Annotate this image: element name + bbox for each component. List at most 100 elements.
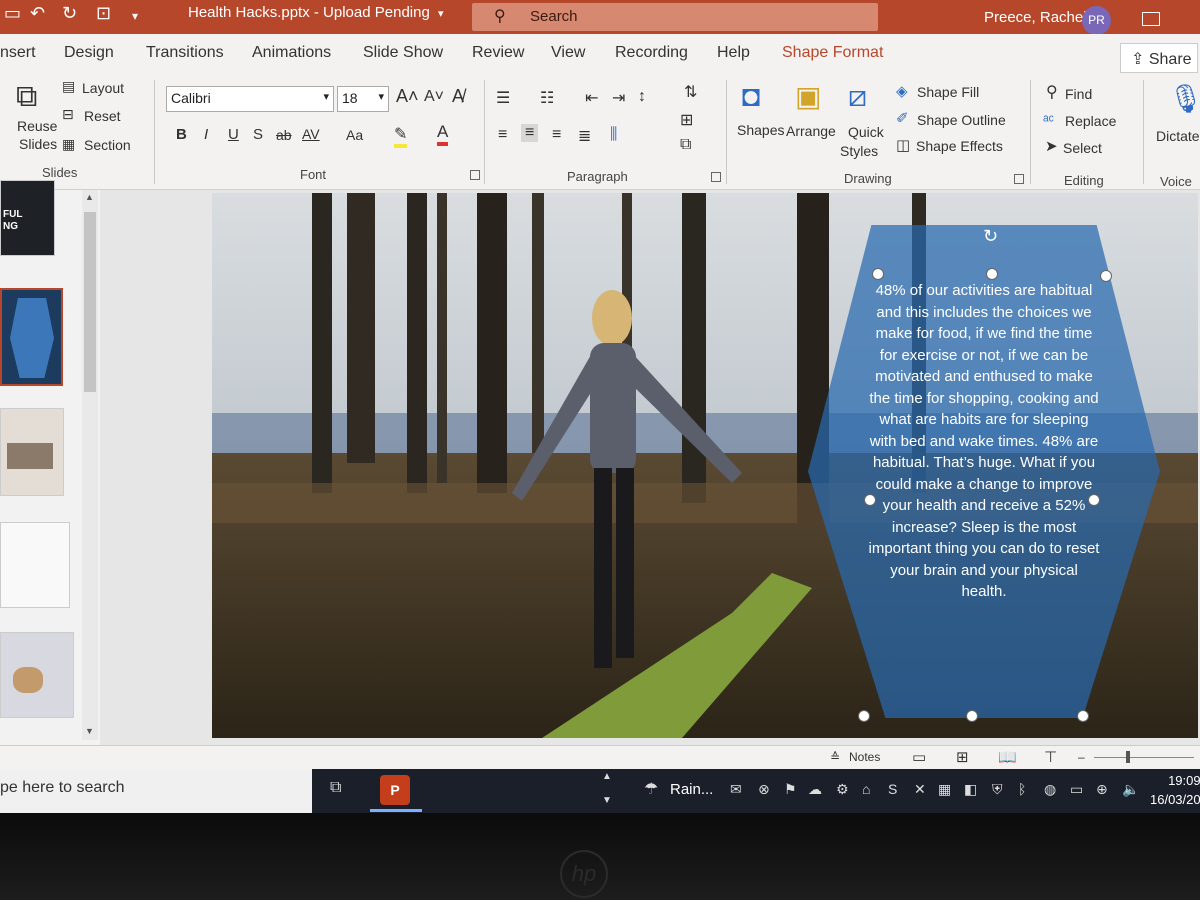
zoom-slider[interactable] bbox=[1094, 757, 1194, 758]
bullets-icon[interactable]: ☰ bbox=[496, 88, 510, 108]
tab-view[interactable]: View bbox=[551, 44, 585, 62]
resize-handle[interactable] bbox=[872, 268, 884, 280]
clear-format-icon[interactable]: A̸ bbox=[452, 86, 464, 107]
shape-fill-button[interactable]: Shape Fill bbox=[917, 84, 979, 100]
resize-handle[interactable] bbox=[966, 710, 978, 722]
document-title[interactable]: Health Hacks.pptx - Upload Pending ▾ bbox=[188, 4, 444, 21]
tray-icon[interactable]: ▦ bbox=[938, 781, 951, 798]
slide-thumbnail[interactable] bbox=[0, 522, 70, 608]
tab-slide-show[interactable]: Slide Show bbox=[363, 44, 443, 62]
notes-button[interactable]: Notes bbox=[849, 750, 880, 764]
taskbar-clock[interactable]: 19:09 16/03/20 bbox=[1150, 771, 1200, 809]
volume-icon[interactable]: 🔈 bbox=[1122, 781, 1139, 798]
font-color-icon[interactable]: A bbox=[437, 122, 449, 146]
reuse-slides-label-2[interactable]: Slides bbox=[19, 136, 57, 152]
redo-icon[interactable]: ↻ bbox=[62, 3, 77, 24]
text-shadow-button[interactable]: S bbox=[253, 126, 263, 143]
resize-handle[interactable] bbox=[1077, 710, 1089, 722]
layout-button[interactable]: Layout bbox=[82, 80, 124, 96]
outlook-icon[interactable]: ✉ bbox=[730, 781, 742, 798]
font-dialog-launcher-icon[interactable] bbox=[470, 170, 480, 180]
bluetooth-icon[interactable]: ᛒ bbox=[1018, 781, 1026, 797]
onedrive-icon[interactable]: ☁ bbox=[808, 781, 822, 798]
slide-thumbnail[interactable] bbox=[0, 408, 64, 496]
close-icon[interactable]: ✕ bbox=[914, 781, 926, 798]
tab-review[interactable]: Review bbox=[472, 44, 524, 62]
share-button[interactable]: ⇪ Share bbox=[1120, 43, 1198, 73]
undo-icon[interactable]: ↶ bbox=[30, 3, 45, 24]
align-text-icon[interactable]: ⊞ bbox=[680, 110, 693, 130]
line-spacing-icon[interactable]: ↕ bbox=[638, 88, 646, 106]
battery-icon[interactable]: ▭ bbox=[1070, 781, 1083, 798]
save-icon[interactable]: ▭ bbox=[4, 3, 21, 24]
network-icon[interactable]: ⊕ bbox=[1096, 781, 1108, 798]
reuse-slides-icon[interactable]: ⧉ bbox=[16, 80, 37, 114]
tab-recording[interactable]: Recording bbox=[615, 44, 688, 62]
resize-handle[interactable] bbox=[1088, 494, 1100, 506]
decrease-indent-icon[interactable]: ⇤ bbox=[585, 88, 598, 108]
dictate-button[interactable]: Dictate bbox=[1156, 128, 1200, 144]
slide-thumbnail-selected[interactable] bbox=[0, 288, 63, 386]
slide-thumbnail[interactable] bbox=[0, 632, 74, 718]
thumbnail-scrollbar[interactable]: ▲ ▼ bbox=[82, 190, 98, 740]
quick-styles-button-2[interactable]: Styles bbox=[840, 143, 878, 159]
shapes-button[interactable]: Shapes bbox=[737, 122, 784, 138]
globe-icon[interactable]: ◍ bbox=[1044, 781, 1056, 798]
align-right-icon[interactable]: ≡ bbox=[552, 126, 561, 144]
arrange-button[interactable]: Arrange bbox=[786, 123, 836, 139]
character-spacing-button[interactable]: AV bbox=[302, 126, 320, 142]
user-name[interactable]: Preece, Rachel bbox=[984, 9, 1087, 26]
tab-insert[interactable]: nsert bbox=[0, 44, 36, 62]
scrollbar-thumb[interactable] bbox=[84, 212, 96, 392]
align-center-icon[interactable]: ≡ bbox=[521, 124, 539, 142]
resize-handle[interactable] bbox=[864, 494, 876, 506]
search-input[interactable]: ⚲ Search bbox=[472, 3, 878, 31]
tab-transitions[interactable]: Transitions bbox=[146, 44, 224, 62]
resize-handle[interactable] bbox=[986, 268, 998, 280]
hexagon-text[interactable]: 48% of our activities are habitual and t… bbox=[868, 280, 1100, 603]
slideshow-view-icon[interactable]: ⊤ bbox=[1044, 748, 1057, 766]
tab-animations[interactable]: Animations bbox=[252, 44, 331, 62]
reading-view-icon[interactable]: 📖 bbox=[998, 748, 1017, 766]
italic-button[interactable]: I bbox=[204, 126, 208, 143]
shrink-font-icon[interactable]: A˅ bbox=[424, 88, 444, 106]
replace-button[interactable]: Replace bbox=[1065, 113, 1116, 129]
numbering-icon[interactable]: ☷ bbox=[540, 88, 554, 108]
grow-font-icon[interactable]: A˄ bbox=[396, 86, 419, 107]
tab-design[interactable]: Design bbox=[64, 44, 114, 62]
change-case-button[interactable]: Aa bbox=[346, 127, 363, 143]
present-icon[interactable]: ⊡ bbox=[96, 3, 111, 24]
slide-sorter-icon[interactable]: ⊞ bbox=[956, 748, 969, 766]
avatar[interactable]: PR bbox=[1082, 6, 1111, 35]
scroll-down-icon[interactable]: ▼ bbox=[602, 795, 612, 806]
underline-button[interactable]: U bbox=[228, 126, 239, 143]
hexagon-shape[interactable]: 48% of our activities are habitual and t… bbox=[808, 225, 1160, 718]
weather-icon[interactable]: ☂ bbox=[644, 779, 658, 799]
quick-styles-button[interactable]: Quick bbox=[848, 124, 884, 140]
weather-text[interactable]: Rain... bbox=[670, 781, 713, 798]
tab-help[interactable]: Help bbox=[717, 44, 750, 62]
bold-button[interactable]: B bbox=[176, 126, 187, 143]
shape-effects-button[interactable]: Shape Effects bbox=[916, 138, 1003, 154]
font-size-select[interactable]: 18 ▾ bbox=[337, 86, 389, 112]
strikethrough-button[interactable]: ab bbox=[276, 127, 292, 143]
paragraph-dialog-launcher-icon[interactable] bbox=[711, 172, 721, 182]
slide-thumbnail[interactable]: FUL NG bbox=[0, 180, 55, 256]
taskbar-search-input[interactable]: pe here to search bbox=[0, 769, 312, 813]
zoom-out-icon[interactable]: – bbox=[1078, 750, 1085, 764]
scroll-up-icon[interactable]: ▲ bbox=[602, 771, 612, 782]
highlight-icon[interactable]: ✎ bbox=[394, 124, 408, 148]
reset-button[interactable]: Reset bbox=[84, 108, 121, 124]
find-button[interactable]: Find bbox=[1065, 86, 1092, 102]
increase-indent-icon[interactable]: ⇥ bbox=[612, 88, 625, 108]
skype-icon[interactable]: S bbox=[888, 781, 897, 797]
office-icon[interactable]: ◧ bbox=[964, 781, 977, 798]
reuse-slides-label[interactable]: Reuse bbox=[17, 118, 57, 134]
resize-handle[interactable] bbox=[1100, 270, 1112, 282]
section-button[interactable]: Section bbox=[84, 137, 131, 153]
powerpoint-icon[interactable]: P bbox=[380, 775, 410, 805]
settings-icon[interactable]: ⚙ bbox=[836, 781, 849, 798]
smartart-icon[interactable]: ⧉ bbox=[680, 136, 691, 154]
text-direction-icon[interactable]: ⇅ bbox=[684, 82, 697, 102]
font-family-select[interactable]: Calibri ▾ bbox=[166, 86, 334, 112]
